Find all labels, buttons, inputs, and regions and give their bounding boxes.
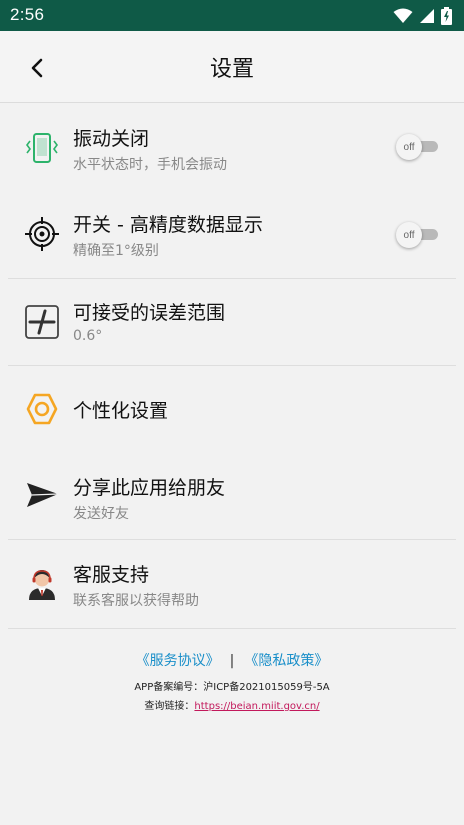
status-bar: 2:56 xyxy=(0,0,464,31)
battery-charging-icon xyxy=(441,7,452,25)
paper-plane-icon xyxy=(24,477,60,513)
setting-title: 客服支持 xyxy=(73,564,150,586)
toggle-knob: off xyxy=(396,134,422,160)
phone-vibrate-icon xyxy=(24,130,60,166)
footer-links: 《服务协议》 | 《隐私政策》 xyxy=(0,650,464,670)
query-line: 查询链接：https://beian.miit.gov.cn/ xyxy=(0,697,464,712)
icp-record-text: APP备案编号：沪ICP备2021015059号-5A xyxy=(134,682,330,693)
toggle-knob: off xyxy=(396,222,422,248)
setting-title: 振动关闭 xyxy=(73,128,150,150)
plus-tolerance-icon xyxy=(24,304,60,340)
customer-service-avatar-icon xyxy=(24,565,60,601)
setting-subtitle: 联系客服以获得帮助 xyxy=(73,593,199,609)
query-link[interactable]: https://beian.miit.gov.cn/ xyxy=(194,701,319,712)
service-agreement-link[interactable]: 《服务协议》 xyxy=(136,653,220,669)
settings-list: 振动关闭 水平状态时，手机会振动 off 开关 - 高精度数据显示 精确至1°级… xyxy=(0,104,464,629)
setting-subtitle: 水平状态时，手机会振动 xyxy=(73,157,227,173)
setting-subtitle: 0.6° xyxy=(73,328,103,344)
privacy-policy-link[interactable]: 《隐私政策》 xyxy=(244,653,328,669)
setting-title: 分享此应用给朋友 xyxy=(73,477,226,499)
signal-icon xyxy=(420,9,434,23)
setting-personalize[interactable]: 个性化设置 xyxy=(0,366,464,453)
status-time: 2:56 xyxy=(10,5,45,24)
setting-share[interactable]: 分享此应用给朋友 发送好友 xyxy=(0,453,464,541)
crosshair-target-icon xyxy=(24,216,60,252)
app-header: 设置 xyxy=(0,31,464,103)
setting-support[interactable]: 客服支持 联系客服以获得帮助 xyxy=(0,541,464,629)
setting-precision[interactable]: 开关 - 高精度数据显示 精确至1°级别 off xyxy=(0,192,464,279)
setting-subtitle: 精确至1°级别 xyxy=(73,243,159,259)
precision-toggle[interactable]: off xyxy=(396,222,442,248)
vibration-toggle[interactable]: off xyxy=(396,134,442,160)
page-title: 设置 xyxy=(209,57,254,82)
setting-title: 开关 - 高精度数据显示 xyxy=(73,214,263,236)
divider xyxy=(8,539,456,540)
query-label: 查询链接： xyxy=(144,701,195,712)
hexagon-nut-icon xyxy=(24,391,60,427)
setting-vibration[interactable]: 振动关闭 水平状态时，手机会振动 off xyxy=(0,104,464,192)
setting-tolerance[interactable]: 可接受的误差范围 0.6° xyxy=(0,278,464,366)
setting-title: 个性化设置 xyxy=(73,400,169,422)
wifi-icon xyxy=(393,8,413,23)
setting-subtitle: 发送好友 xyxy=(73,506,129,522)
setting-title: 可接受的误差范围 xyxy=(73,302,226,324)
status-icons xyxy=(393,6,452,26)
footer-separator: | xyxy=(229,653,235,669)
divider xyxy=(8,628,456,629)
